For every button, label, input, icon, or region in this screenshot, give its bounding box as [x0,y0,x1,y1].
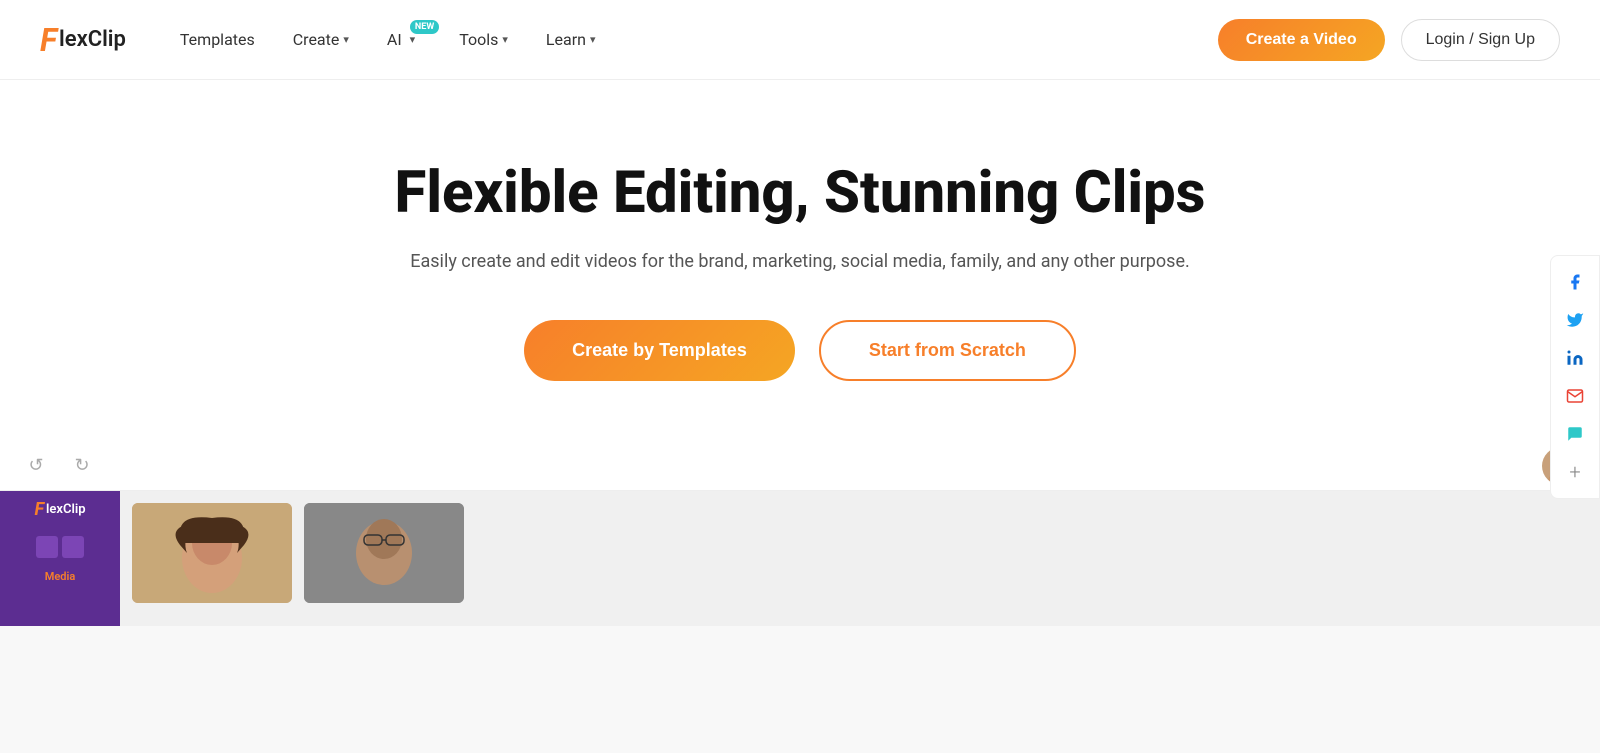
thumbnail-1-inner [132,503,292,603]
nav-tools-label: Tools [459,30,498,49]
thumbnail-2-inner [304,503,464,603]
nav-create-label: Create [293,30,340,49]
editor-thumbnail-1 [132,503,292,603]
create-chevron-icon: ▾ [343,33,349,46]
nav-templates-label: Templates [180,30,255,49]
nav-right: Create a Video Login / Sign Up [1218,19,1560,61]
ai-new-badge: NEW [410,20,439,34]
twitter-share-icon[interactable] [1557,302,1593,338]
nav-item-tools[interactable]: Tools ▾ [445,22,522,57]
logo-f-letter: F [40,21,57,59]
nav-item-ai[interactable]: AI NEW ▾ [373,22,435,57]
editor-body: F lexClip Media [0,491,1600,626]
editor-left-sidebar: F lexClip Media [0,491,120,626]
undo-button[interactable]: ↺ [20,449,52,481]
editor-thumbnail-2 [304,503,464,603]
learn-chevron-icon: ▾ [590,33,596,46]
facebook-share-icon[interactable] [1557,264,1593,300]
navbar: F lexClip Templates Create ▾ AI NEW ▾ To… [0,0,1600,80]
nav-item-learn[interactable]: Learn ▾ [532,22,610,57]
media-icon-grid [32,532,88,562]
create-by-templates-button[interactable]: Create by Templates [524,320,795,381]
more-share-icon[interactable]: + [1557,454,1593,490]
nav-links: Templates Create ▾ AI NEW ▾ Tools ▾ Lear… [166,22,1218,57]
hero-subtitle: Easily create and edit videos for the br… [40,251,1560,272]
nav-ai-label: AI [387,30,402,49]
logo[interactable]: F lexClip [40,21,126,59]
linkedin-share-icon[interactable] [1557,340,1593,376]
create-video-button[interactable]: Create a Video [1218,19,1385,61]
nav-item-templates[interactable]: Templates [166,22,269,57]
editor-media-label: Media [45,570,76,583]
editor-logo-f: F [34,499,44,520]
logo-text: lexClip [59,27,126,52]
hero-section: Flexible Editing, Stunning Clips Easily … [0,80,1600,441]
redo-button[interactable]: ↻ [66,449,98,481]
tools-chevron-icon: ▾ [502,33,508,46]
hero-buttons: Create by Templates Start from Scratch [40,320,1560,381]
email-share-icon[interactable] [1557,378,1593,414]
chat-share-icon[interactable] [1557,416,1593,452]
editor-preview: ↺ ↻ F lexClip Media [0,441,1600,626]
ai-chevron-icon: ▾ [410,33,416,46]
media-icon-1 [36,536,58,558]
nav-item-create[interactable]: Create ▾ [279,22,363,57]
editor-toolbar: ↺ ↻ [0,441,1600,491]
login-signup-button[interactable]: Login / Sign Up [1401,19,1560,61]
editor-logo-text: lexClip [46,502,86,517]
start-from-scratch-button[interactable]: Start from Scratch [819,320,1076,381]
hero-title: Flexible Editing, Stunning Clips [40,160,1560,227]
nav-learn-label: Learn [546,30,586,49]
editor-logo: F lexClip [34,499,85,520]
editor-content-area [120,491,1600,626]
social-share-sidebar: + [1550,255,1600,499]
media-icon-2 [62,536,84,558]
